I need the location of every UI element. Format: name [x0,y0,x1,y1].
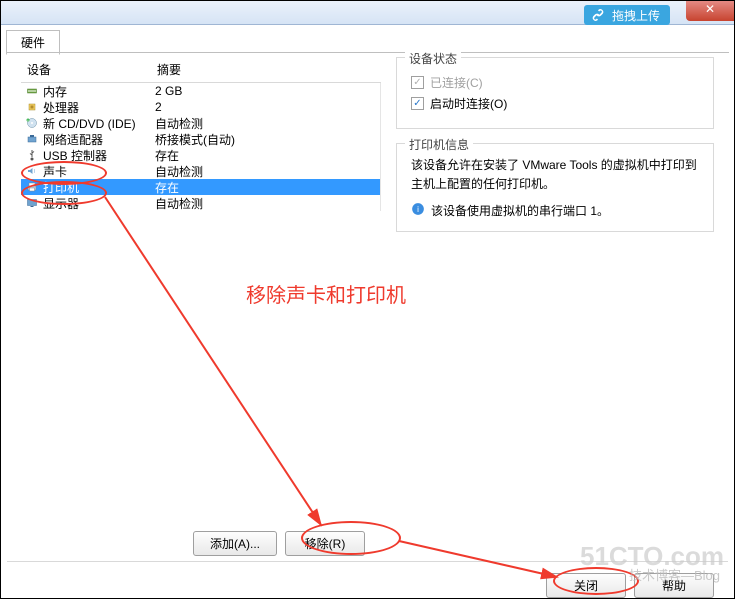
device-summary: 自动检测 [155,163,376,180]
device-row[interactable]: 网络适配器 桥接模式(自动) [21,131,380,147]
chk-connected-row[interactable]: ✓ 已连接(C) [411,74,699,91]
device-row[interactable]: 打印机 存在 [21,179,380,195]
device-row[interactable]: 显示器 自动检测 [21,195,380,211]
printer-info-text: 该设备允许在安装了 VMware Tools 的虚拟机中打印到主机上配置的任何打… [411,156,699,194]
dialog-button-bar: 关闭 帮助 [546,573,714,598]
add-remove-bar: 添加(A)... 移除(R) [193,531,365,556]
right-panel: 设备状态 ✓ 已连接(C) ✓ 启动时连接(O) 打印机信息 该设备允许在安装了… [396,57,714,246]
sound-icon [25,164,39,178]
display-icon [25,196,39,210]
add-button[interactable]: 添加(A)... [193,531,277,556]
close-icon: ✕ [705,2,715,16]
device-name: 内存 [43,83,67,100]
svg-text:i: i [417,205,419,214]
chk-connected-label: 已连接(C) [430,74,483,91]
network-icon [25,132,39,146]
close-button[interactable]: 关闭 [546,573,626,598]
window-close-button[interactable]: ✕ [686,1,734,21]
printer-info-group: 打印机信息 该设备允许在安装了 VMware Tools 的虚拟机中打印到主机上… [396,143,714,232]
device-row[interactable]: 处理器 2 [21,99,380,115]
watermark-logo: 51CTO.com [580,541,724,572]
chk-connect-on-power-label: 启动时连接(O) [430,95,507,112]
device-row[interactable]: 内存 2 GB [21,83,380,99]
title-bar: 拖拽上传 ✕ [1,1,734,25]
usb-icon [25,148,39,162]
device-row[interactable]: USB 控制器 存在 [21,147,380,163]
device-list-panel: 设备 摘要 内存2 GB处理器2+新 CD/DVD (IDE)自动检测网络适配器… [21,57,381,211]
tab-strip: 硬件 [6,29,60,53]
col-header-device: 设备 [27,61,157,78]
printer-info-legend: 打印机信息 [405,136,473,153]
device-name: USB 控制器 [43,147,107,164]
drag-upload-pill[interactable]: 拖拽上传 [584,5,670,25]
printer-icon [25,180,39,194]
device-name: 网络适配器 [43,131,103,148]
device-status-legend: 设备状态 [405,50,461,67]
checkbox-icon: ✓ [411,97,424,110]
printer-info-line: i 该设备使用虚拟机的串行端口 1。 [411,202,699,219]
device-row[interactable]: 声卡 自动检测 [21,163,380,179]
cddvd-icon: + [25,116,39,130]
device-summary: 2 GB [155,84,376,98]
device-summary: 桥接模式(自动) [155,131,376,148]
link-icon [590,7,606,23]
info-icon: i [411,202,425,219]
device-summary: 自动检测 [155,195,376,212]
tab-underline [6,52,729,53]
printer-serial-port-text: 该设备使用虚拟机的串行端口 1。 [431,202,609,219]
device-summary: 存在 [155,179,376,196]
annotation-text: 移除声卡和打印机 [246,279,406,308]
device-summary: 存在 [155,147,376,164]
device-name: 处理器 [43,99,79,116]
cpu-icon [25,100,39,114]
remove-button[interactable]: 移除(R) [285,531,365,556]
memory-icon [25,84,39,98]
device-row[interactable]: + 新 CD/DVD (IDE) 自动检测 [21,115,380,131]
dialog-separator [7,561,728,562]
device-name: 声卡 [43,163,67,180]
device-name: 打印机 [43,179,79,196]
chk-connect-on-power-row[interactable]: ✓ 启动时连接(O) [411,95,699,112]
checkbox-icon: ✓ [411,76,424,89]
device-list-header: 设备 摘要 [21,57,381,83]
device-list-body[interactable]: 内存2 GB处理器2+新 CD/DVD (IDE)自动检测网络适配器桥接模式(自… [21,83,381,211]
upload-label: 拖拽上传 [612,7,660,24]
device-summary: 自动检测 [155,115,376,132]
help-button[interactable]: 帮助 [634,573,714,598]
col-header-summary: 摘要 [157,61,375,78]
device-name: 显示器 [43,195,79,212]
device-name: 新 CD/DVD (IDE) [43,115,136,132]
device-status-group: 设备状态 ✓ 已连接(C) ✓ 启动时连接(O) [396,57,714,129]
device-summary: 2 [155,100,376,114]
